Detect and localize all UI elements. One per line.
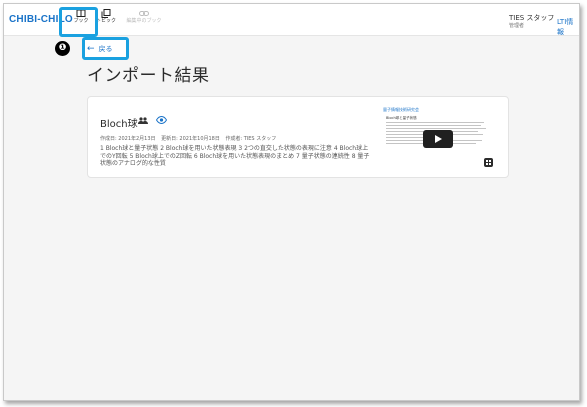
lti-info-link[interactable]: LTI情報 <box>557 17 579 37</box>
page-title: インポート結果 <box>87 66 210 86</box>
play-icon[interactable] <box>423 130 453 148</box>
book-card[interactable]: Bloch球 作成日: 2021年2月13日 更新日: 2021年10月18日 … <box>87 96 509 178</box>
people-icon <box>138 117 148 124</box>
back-button-label: 戻る <box>98 45 113 53</box>
book-thumbnail[interactable]: 量子情報技術研究会 Bloch球と量子状態 <box>381 106 491 164</box>
created-date: 作成日: 2021年2月13日 <box>100 136 156 142</box>
nav-book-highlight <box>59 7 98 37</box>
nav-editing-books[interactable]: 編集中のブック <box>124 9 164 33</box>
nav-editing-label: 編集中のブック <box>126 18 162 24</box>
updated-date: 更新日: 2021年10月18日 <box>161 136 220 142</box>
book-description: 1 Bloch球と量子状態 2 Bloch球を用いた状態表現 3 2つの直交した… <box>100 145 370 167</box>
topic-icon <box>101 9 111 18</box>
back-button[interactable]: ← 戻る <box>87 40 127 58</box>
user-role: 管理者 <box>509 23 525 29</box>
link-icon <box>139 11 149 16</box>
user-name: TIES スタッフ <box>509 14 555 22</box>
thumbnail-heading: Bloch球と量子状態 <box>386 116 417 120</box>
book-title[interactable]: Bloch球 <box>100 115 138 130</box>
eye-icon[interactable] <box>156 116 167 124</box>
user-menu[interactable]: TIES スタッフ 管理者 <box>509 14 554 30</box>
arrow-left-icon: ← <box>87 43 95 54</box>
author: 作成者: TIES スタッフ <box>225 136 277 142</box>
step-marker: ❶ <box>55 41 70 56</box>
book-meta: 作成日: 2021年2月13日 更新日: 2021年10月18日 作成者: TI… <box>100 135 280 142</box>
app-window: CHIBI-CHILO ブック トピック 編集中のブック TIES スタッフ 管… <box>3 3 580 401</box>
thumbnail-org: 量子情報技術研究会 <box>383 107 419 112</box>
grid-icon[interactable] <box>484 158 493 167</box>
